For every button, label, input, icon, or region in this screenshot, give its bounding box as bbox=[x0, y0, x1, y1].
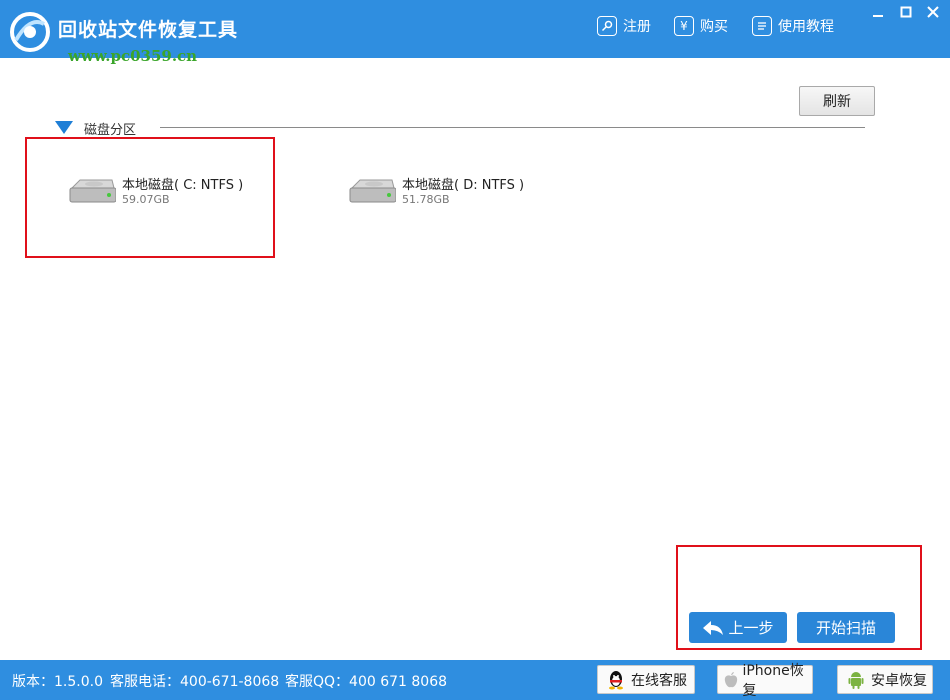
back-label: 上一步 bbox=[728, 619, 774, 637]
close-icon bbox=[927, 6, 939, 18]
minimize-button[interactable] bbox=[867, 4, 889, 20]
tutorial-label: 使用教程 bbox=[778, 19, 834, 35]
hard-drive-icon bbox=[349, 179, 396, 203]
section-title: 磁盘分区 bbox=[84, 123, 137, 138]
refresh-button[interactable]: 刷新 bbox=[799, 86, 875, 116]
app-logo-icon bbox=[10, 12, 50, 52]
android-icon bbox=[846, 669, 866, 691]
disk-item-d[interactable]: 本地磁盘( D: NTFS ) 51.78GB bbox=[348, 168, 588, 218]
maximize-button[interactable] bbox=[895, 4, 917, 20]
iphone-recovery-label: iPhone恢复 bbox=[742, 662, 804, 699]
register-menu[interactable]: 注册 bbox=[597, 16, 651, 36]
disk-name: 本地磁盘( D: NTFS ) bbox=[402, 178, 525, 193]
register-label: 注册 bbox=[623, 19, 651, 35]
maximize-icon bbox=[900, 6, 912, 18]
qq-text: 客服QQ：400 671 8068 bbox=[285, 674, 448, 690]
android-recovery-label: 安卓恢复 bbox=[871, 672, 927, 689]
disk-size: 51.78GB bbox=[402, 193, 450, 206]
tutorial-menu[interactable]: 使用教程 bbox=[752, 16, 834, 36]
yen-icon: ¥ bbox=[674, 16, 694, 36]
minimize-icon bbox=[873, 15, 883, 17]
version-text: 版本：1.5.0.0 bbox=[12, 674, 103, 690]
android-recovery-button[interactable]: 安卓恢复 bbox=[837, 665, 933, 694]
buy-menu[interactable]: ¥ 购买 bbox=[674, 16, 728, 36]
iphone-recovery-button[interactable]: iPhone恢复 bbox=[717, 663, 813, 699]
buy-label: 购买 bbox=[700, 19, 728, 35]
back-arrow-icon bbox=[703, 620, 724, 635]
back-button[interactable]: 上一步 bbox=[689, 612, 787, 643]
app-title: 回收站文件恢复工具 bbox=[58, 19, 239, 41]
online-service-button[interactable]: 在线客服 bbox=[597, 665, 695, 694]
qq-penguin-icon bbox=[606, 669, 626, 691]
document-icon bbox=[752, 16, 772, 36]
apple-icon bbox=[722, 669, 740, 691]
section-divider bbox=[160, 127, 865, 128]
close-button[interactable] bbox=[922, 4, 944, 20]
highlight-box-disk bbox=[25, 137, 275, 258]
watermark: www.pc0359.cn bbox=[68, 47, 198, 65]
phone-text: 客服电话：400-671-8068 bbox=[110, 674, 280, 690]
start-scan-button[interactable]: 开始扫描 bbox=[797, 612, 895, 643]
collapse-triangle-icon[interactable] bbox=[55, 121, 73, 134]
key-icon bbox=[597, 16, 617, 36]
online-service-label: 在线客服 bbox=[631, 672, 687, 689]
